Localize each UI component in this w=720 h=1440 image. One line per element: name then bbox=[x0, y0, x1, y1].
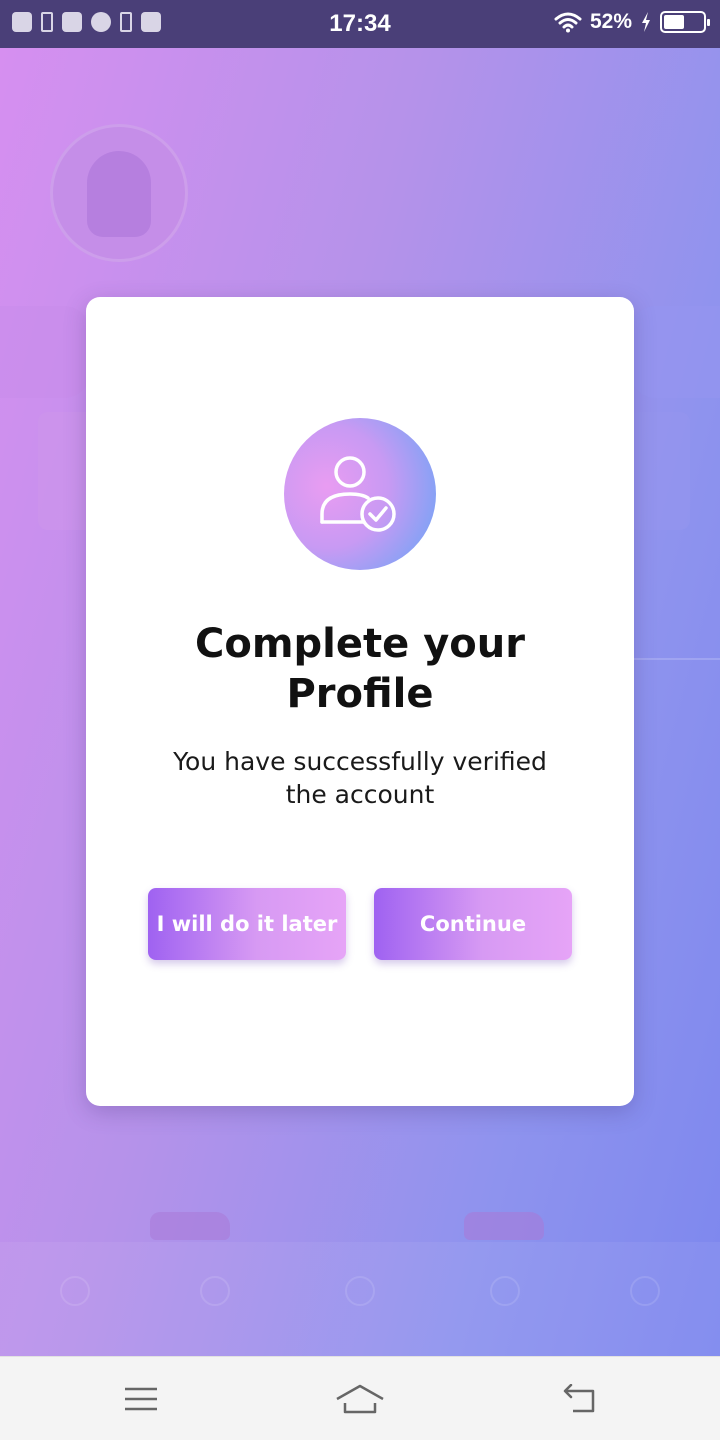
dialog-message: You have successfully verified the accou… bbox=[173, 747, 547, 809]
battery-percent: 52% bbox=[589, 10, 632, 33]
continue-button[interactable]: Continue bbox=[374, 888, 572, 960]
background-card bbox=[630, 306, 720, 398]
background-divider bbox=[632, 658, 720, 660]
user-check-icon bbox=[320, 456, 396, 532]
background-product-image bbox=[464, 1212, 544, 1240]
background-card bbox=[0, 306, 90, 398]
home-icon bbox=[336, 1384, 384, 1414]
home-button[interactable] bbox=[335, 1377, 385, 1421]
complete-profile-dialog: Complete your Profile You have successfu… bbox=[86, 297, 634, 1106]
system-indicators: 52% bbox=[554, 10, 710, 34]
background-product-image bbox=[150, 1212, 230, 1240]
back-icon bbox=[563, 1384, 595, 1413]
background-tab-icon bbox=[200, 1276, 230, 1306]
wifi-icon bbox=[554, 12, 582, 33]
background-tab-icon bbox=[345, 1276, 375, 1306]
system-nav-bar bbox=[0, 1356, 720, 1440]
menu-icon bbox=[125, 1387, 157, 1411]
background-avatar bbox=[50, 124, 188, 262]
background-tile bbox=[628, 412, 690, 530]
dialog-title: Complete your Profile bbox=[195, 621, 525, 717]
background-tab-icon bbox=[490, 1276, 520, 1306]
do-it-later-button[interactable]: I will do it later bbox=[148, 888, 346, 960]
profile-icon-circle bbox=[284, 418, 436, 570]
background-tab-icon bbox=[630, 1276, 660, 1306]
back-button[interactable] bbox=[554, 1377, 604, 1421]
battery-icon bbox=[660, 11, 710, 33]
menu-button[interactable] bbox=[116, 1377, 166, 1421]
battery-fill bbox=[664, 15, 684, 29]
background-tab-icon bbox=[60, 1276, 90, 1306]
status-bar: 17:34 52% bbox=[0, 0, 720, 48]
bolt-icon bbox=[642, 12, 650, 32]
